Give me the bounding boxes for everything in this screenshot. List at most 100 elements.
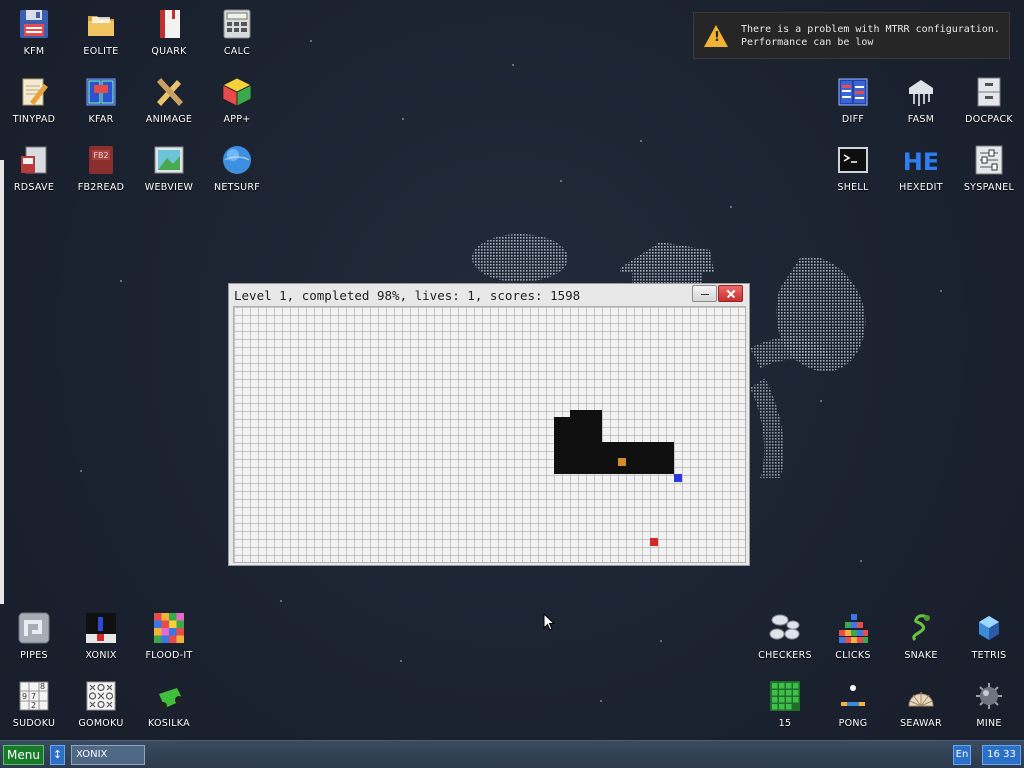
desktop-icon-app-plus[interactable]: APP+ [203, 76, 271, 142]
side-panel-edge[interactable] [0, 160, 4, 604]
captured-area [554, 450, 602, 474]
desktop-icon-quark[interactable]: QUARK [135, 8, 203, 74]
notification-text: There is a problem with MTRR configurati… [741, 23, 1000, 49]
desktop-icon-docpack[interactable]: DOCPACK [955, 76, 1023, 142]
desktop-icon-label: FB2READ [77, 182, 125, 193]
desktop-icon-checkers[interactable]: CHECKERS [751, 612, 819, 678]
desktop-icon-label: NETSURF [213, 182, 261, 193]
star [940, 290, 942, 292]
desktop-icon-label: 15 [778, 718, 792, 729]
xonix-window[interactable]: Level 1, completed 98%, lives: 1, scores… [228, 283, 750, 566]
calculator-icon [221, 8, 253, 40]
desktop-icon-label: FASM [907, 114, 935, 125]
notification-line-2: Performance can be low [741, 37, 874, 48]
star [120, 280, 122, 282]
star [80, 470, 82, 472]
desktop-icon-animage[interactable]: ANIMAGE [135, 76, 203, 142]
desktop-icon-kfar[interactable]: KFAR [67, 76, 135, 142]
desktop-icon-label: XONIX [85, 650, 117, 661]
folder-icon [85, 8, 117, 40]
desktop-icon-xonix[interactable]: XONIX [67, 612, 135, 678]
mine-icon [973, 680, 1005, 712]
desktop-icon-shell[interactable]: SHELL [819, 144, 887, 210]
game-field[interactable] [233, 306, 746, 563]
desktop-icon-label: CLICKS [835, 650, 871, 661]
close-button[interactable] [718, 285, 743, 302]
floppy-disk-icon [18, 8, 50, 40]
rubiks-cube-icon [221, 76, 253, 108]
desktop-icon-diff[interactable]: DIFF [819, 76, 887, 142]
desktop-icon-fasm[interactable]: FASM [887, 76, 955, 142]
desktop-icon-label: DIFF [841, 114, 865, 125]
desktop-icon-label: TINYPAD [12, 114, 56, 125]
desktop-icon-webview[interactable]: WEBVIEW [135, 144, 203, 210]
player-cursor [650, 538, 658, 546]
desktop-icon-calc[interactable]: CALC [203, 8, 271, 74]
pipes-icon [18, 612, 50, 644]
desktop-icon-rdsave[interactable]: RDSAVE [0, 144, 68, 210]
desktop-icon-label: SHELL [837, 182, 869, 193]
desktop-icon-clicks[interactable]: CLICKS [819, 612, 887, 678]
desktop-icon-syspanel[interactable]: SYSPANEL [955, 144, 1023, 210]
star [600, 700, 602, 702]
desktop-icon-label: QUARK [151, 46, 187, 57]
cabinet-icon [973, 76, 1005, 108]
menu-button[interactable]: Menu [3, 745, 44, 765]
desktop-icon-netsurf[interactable]: NETSURF [203, 144, 271, 210]
terminal-icon [837, 144, 869, 176]
svg-text:FB2: FB2 [93, 151, 108, 160]
tetris-blocks-icon [973, 612, 1005, 644]
desktop-icon-label: CALC [223, 46, 251, 57]
notepad-pencil-icon [18, 76, 50, 108]
fifteen-puzzle-icon [769, 680, 801, 712]
taskbar-item-xonix[interactable]: XONIX [71, 745, 145, 765]
assembler-icon [905, 76, 937, 108]
star [402, 118, 404, 120]
desktop-icon-eolite[interactable]: EOLITE [67, 8, 135, 74]
mtrr-warning-notification[interactable]: ! There is a problem with MTRR configura… [693, 12, 1010, 59]
desktop-icon-label: HEXEDIT [899, 182, 943, 193]
desktop-icon-snake[interactable]: SNAKE [887, 612, 955, 678]
sliders-icon [973, 144, 1005, 176]
desktop-icon-label: EOLITE [83, 46, 119, 57]
seashell-icon [905, 680, 937, 712]
window-titlebar[interactable]: Level 1, completed 98%, lives: 1, scores… [229, 284, 749, 306]
keyboard-layout-indicator[interactable]: En [953, 745, 971, 765]
desktop-icon-label: KOSILKA [148, 718, 190, 729]
desktop-icon-tetris[interactable]: TETRIS [955, 612, 1023, 678]
desktop-icon-kfm[interactable]: KFM [0, 8, 68, 74]
desktop-icon-pipes[interactable]: PIPES [0, 612, 68, 678]
desktop-icon-kosilka[interactable]: KOSILKA [135, 680, 203, 746]
book-icon [153, 8, 185, 40]
desktop-icon-label: ANIMAGE [145, 114, 193, 125]
desktop-icon-label: SNAKE [904, 650, 938, 661]
taskbar: Menu ↕ XONIX En 16 33 [0, 740, 1024, 768]
desktop-icon-pong[interactable]: PONG [819, 680, 887, 746]
desktop-icon-label: PIPES [20, 650, 48, 661]
switch-windows-button[interactable]: ↕ [50, 745, 65, 765]
desktop-icon-hexedit[interactable]: HE HEXEDIT [887, 144, 955, 210]
star [860, 560, 862, 562]
desktop-icon-label: DOCPACK [965, 114, 1013, 125]
svg-text:HE: HE [905, 148, 937, 176]
captured-area [602, 442, 674, 474]
desktop-icon-gomoku[interactable]: GOMOKU [67, 680, 135, 746]
desktop-icon-fifteen[interactable]: 15 [751, 680, 819, 746]
desktop-icon-flood-it[interactable]: FLOOD-IT [135, 612, 203, 678]
star [660, 640, 662, 642]
checkers-icon [769, 612, 801, 644]
desktop-icon-label: CHECKERS [758, 650, 812, 661]
desktop-icon-fb2read[interactable]: FB2 FB2READ [67, 144, 135, 210]
globe-icon [221, 144, 253, 176]
desktop-icon-sudoku[interactable]: 8 972 SUDOKU [0, 680, 68, 746]
desktop-icon-mine[interactable]: MINE [955, 680, 1023, 746]
pong-icon [837, 680, 869, 712]
diff-compare-icon [837, 76, 869, 108]
desktop-icon-seawar[interactable]: SEAWAR [887, 680, 955, 746]
desktop-icon-label: SUDOKU [12, 718, 56, 729]
minimize-button[interactable] [692, 285, 717, 302]
desktop-icon-tinypad[interactable]: TINYPAD [0, 76, 68, 142]
clock[interactable]: 16 33 [982, 745, 1021, 765]
window-title: Level 1, completed 98%, lives: 1, scores… [234, 288, 581, 303]
tic-tac-toe-icon [85, 680, 117, 712]
